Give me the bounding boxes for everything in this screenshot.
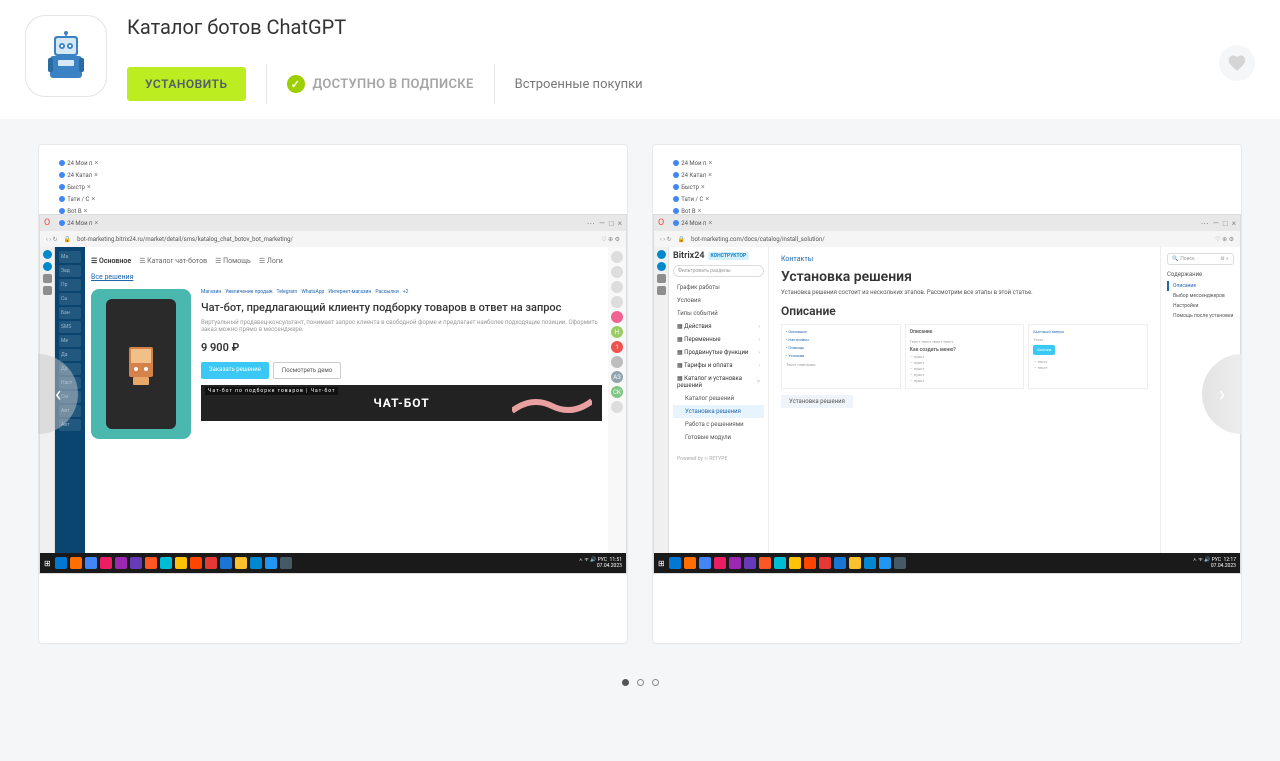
- browser-address-bar: ‹ › ↻ 🔒 bot-marketing.bitrix24.ru/market…: [40, 231, 626, 247]
- product-title: Чат-бот, предлагающий клиенту подборку т…: [201, 301, 602, 315]
- nav-icons: ‹ › ↻: [46, 236, 58, 243]
- search-icon: 🔍: [1172, 256, 1178, 262]
- section-heading: Описание: [781, 304, 1148, 318]
- opera-sidebar: [654, 247, 669, 553]
- bottom-tab: Установка решения: [781, 395, 853, 408]
- demo-button: Посмотреть демо: [273, 362, 341, 379]
- gallery-slide[interactable]: O 24 Мои п×24 Катал×Быстр×Тати / С×Bot B…: [38, 144, 628, 644]
- product-description: Виртуальный продавец-консультант, понима…: [201, 319, 602, 333]
- app-icon: [25, 15, 107, 97]
- breadcrumb: ☰ Основное☰ Каталог чат-ботов☰ Помощь☰ Л…: [91, 253, 602, 269]
- gallery-slide[interactable]: O 24 Мои п×24 Катал×Быстр×Тати / С×Bot B…: [652, 144, 1242, 644]
- app-header: Каталог ботов ChatGPT УСТАНОВИТЬ ✓ ДОСТУ…: [0, 0, 1280, 119]
- divider: [266, 64, 267, 104]
- app-title: Каталог ботов ChatGPT: [127, 15, 1255, 39]
- url: bot-marketing.bitrix24.ru/market/detail/…: [77, 236, 293, 243]
- divider: [494, 64, 495, 104]
- subscription-status: ✓ ДОСТУПНО В ПОДПИСКЕ: [287, 75, 474, 93]
- order-button: Заказать решение: [201, 362, 269, 379]
- favorite-button[interactable]: [1219, 45, 1255, 81]
- in-app-purchases-label: Встроенные покупки: [515, 77, 643, 92]
- heart-icon: [1227, 53, 1247, 73]
- product-image: [91, 289, 191, 439]
- install-button[interactable]: УСТАНОВИТЬ: [127, 67, 246, 101]
- windows-taskbar: ⊞ ㅅ ᯤ 🔊 РУС 11:5107.04.2023: [40, 553, 626, 573]
- gallery-dot[interactable]: [637, 679, 644, 686]
- browser-address-bar: ‹ › ↻ 🔒 bot-marketing.com/docs/catalog/i…: [654, 231, 1240, 247]
- browser-tabs-bar: O 24 Мои п×24 Катал×Быстр×Тати / С×Bot B…: [40, 215, 626, 231]
- windows-icon: ⊞: [658, 559, 665, 568]
- windows-taskbar: ⊞ ㅅ ᯤ 🔊 РУС 12:1707.04.2023: [654, 553, 1240, 573]
- chevron-left-icon: ‹: [55, 382, 62, 407]
- gallery-dot[interactable]: [622, 679, 629, 686]
- chevron-right-icon: ›: [1219, 382, 1226, 407]
- browser-mock: O 24 Мои п×24 Катал×Быстр×Тати / С×Bot B…: [39, 214, 627, 574]
- header-actions: УСТАНОВИТЬ ✓ ДОСТУПНО В ПОДПИСКЕ Встроен…: [127, 64, 1255, 104]
- video-preview: Чат-бот по подборке товаров | Чат-бот ЧА…: [201, 385, 602, 421]
- product-tags: МагазинУвеличение продажTelegramWhatsApp…: [201, 289, 602, 295]
- product-price: 9 900 ₽: [201, 341, 602, 354]
- back-link: Все решения: [91, 273, 602, 281]
- subscription-label: ДОСТУПНО В ПОДПИСКЕ: [313, 77, 474, 92]
- page-content: ☰ Основное☰ Каталог чат-ботов☰ Помощь☰ Л…: [85, 247, 608, 553]
- contact-rail: Н1АЗСК: [608, 247, 626, 553]
- opera-icon: O: [658, 218, 664, 228]
- powered-by: Powered by ⟐ RETYPE: [673, 454, 764, 464]
- page-intro: Установка решения состоит из нескольких …: [781, 289, 1148, 296]
- browser-mock: O 24 Мои п×24 Катал×Быстр×Тати / С×Bot B…: [653, 214, 1241, 574]
- opera-icon: O: [44, 218, 50, 228]
- windows-icon: ⊞: [44, 559, 51, 568]
- docs-content: Контакты Установка решения Установка реш…: [769, 247, 1160, 553]
- gallery-dots: [0, 669, 1280, 696]
- url: bot-marketing.com/docs/catalog/install_s…: [691, 236, 825, 243]
- lock-icon: 🔒: [64, 236, 71, 243]
- docs-sidebar: Bitrix24КОНСТРУКТОР Фильтровать разделы …: [669, 247, 769, 553]
- header-content: Каталог ботов ChatGPT УСТАНОВИТЬ ✓ ДОСТУ…: [127, 15, 1255, 104]
- check-icon: ✓: [287, 75, 305, 93]
- filter-input: Фильтровать разделы: [673, 265, 764, 277]
- lock-icon: 🔒: [678, 236, 685, 243]
- gallery-dot[interactable]: [652, 679, 659, 686]
- screenshot-gallery: ‹ › O 24 Мои п×24 Катал×Быстр×Тати / С×B…: [0, 119, 1280, 669]
- browser-tabs-bar: O 24 Мои п×24 Катал×Быстр×Тати / С×Bot B…: [654, 215, 1240, 231]
- page-heading: Установка решения: [781, 269, 1148, 285]
- contacts-link: Контакты: [781, 255, 1148, 263]
